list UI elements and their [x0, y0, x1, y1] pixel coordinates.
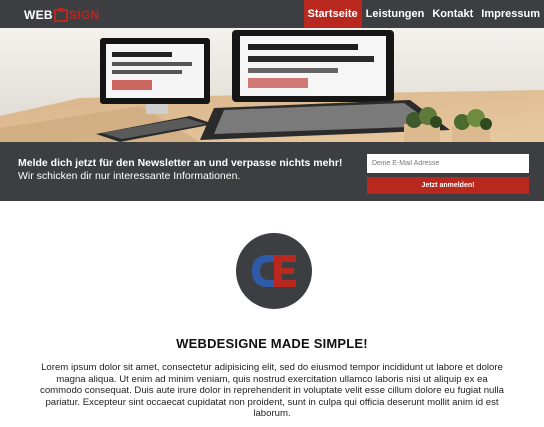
de-monogram-icon — [252, 255, 296, 287]
site-logo[interactable]: WEB SIGN — [24, 7, 99, 23]
logo-text-sign: SIGN — [68, 8, 100, 22]
hero-illustration — [0, 28, 544, 142]
main-nav: Startseite Leistungen Kontakt Impressum — [303, 0, 544, 28]
nav-item-kontakt[interactable]: Kontakt — [428, 0, 477, 28]
newsletter-text: Melde dich jetzt für den Newsletter an u… — [18, 157, 354, 183]
hero-image — [0, 28, 544, 142]
newsletter-subtext: Wir schicken dir nur interessante Inform… — [18, 170, 241, 182]
top-navigation-bar: WEB SIGN Startseite Leistungen Kontakt I… — [0, 0, 544, 28]
logo-text-web: WEB — [24, 8, 53, 22]
intro-paragraph: Lorem ipsum dolor sit amet, consectetur … — [40, 362, 504, 419]
nav-item-startseite[interactable]: Startseite — [303, 0, 362, 28]
logo-mark-icon — [53, 8, 68, 22]
nav-item-impressum[interactable]: Impressum — [477, 0, 544, 28]
brand-logo-circle — [236, 233, 312, 309]
nav-item-leistungen[interactable]: Leistungen — [362, 0, 429, 28]
newsletter-email-input[interactable] — [367, 154, 529, 173]
newsletter-submit-button[interactable]: Jetzt anmelden! — [367, 177, 529, 194]
page-headline: WEBDESIGNE MADE SIMPLE! — [176, 336, 368, 351]
newsletter-headline: Melde dich jetzt für den Newsletter an u… — [18, 157, 343, 169]
